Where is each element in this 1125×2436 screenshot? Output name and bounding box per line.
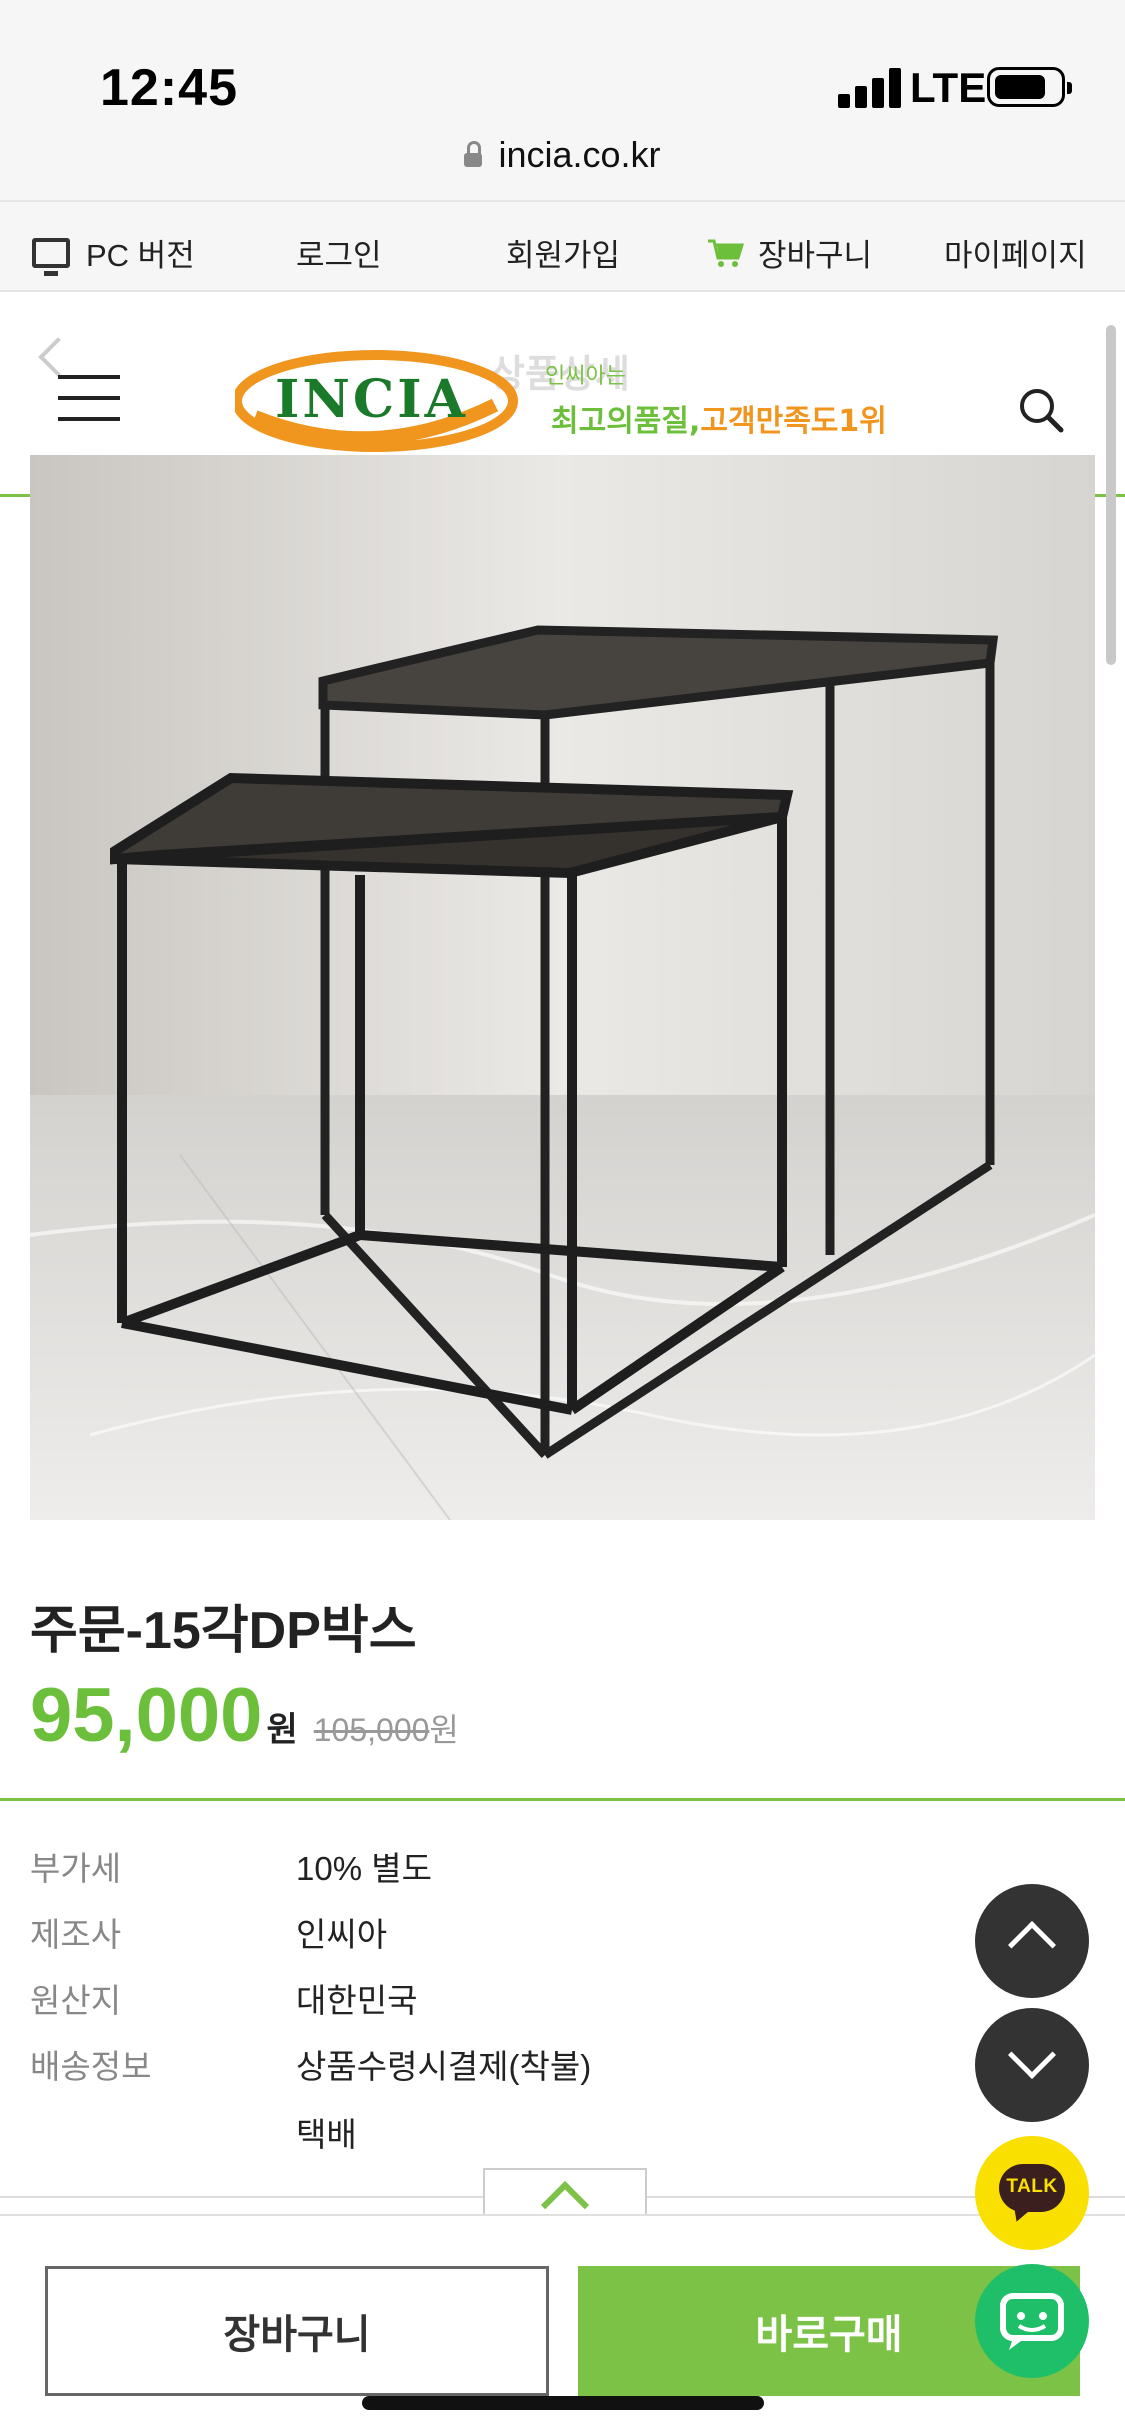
scroll-top-button[interactable] [975, 1884, 1089, 1998]
sale-price: 95,000 [30, 1673, 263, 1758]
svg-text:INCIA: INCIA [275, 369, 468, 430]
menu-icon[interactable] [58, 375, 120, 421]
spec-label: 부가세 [30, 1850, 122, 1887]
add-to-cart-button[interactable]: 장바구니 [45, 2266, 549, 2396]
home-indicator [362, 2396, 764, 2410]
expand-toggle-chevron-up-icon[interactable] [483, 2168, 647, 2216]
original-price: 105,000 [313, 1712, 430, 1748]
status-time: 12:45 [100, 59, 238, 117]
signup-link[interactable]: 회원가입 [506, 230, 620, 275]
sale-price-unit: 원 [266, 1711, 298, 1749]
spec-label: 배송정보 [30, 2048, 152, 2085]
chevron-down-icon [1007, 2030, 1057, 2080]
spec-value: 인씨아 [296, 1916, 388, 1953]
chat-button[interactable] [975, 2264, 1089, 2378]
utility-nav: PC 버전 로그인 회원가입 장바구니 마이페이지 [0, 200, 1125, 292]
scroll-bottom-button[interactable] [975, 2008, 1089, 2122]
spec-label: 원산지 [30, 1982, 122, 2019]
spec-label: 제조사 [30, 1916, 122, 1953]
battery-icon [987, 67, 1072, 107]
scrollbar[interactable] [1106, 325, 1116, 665]
svg-text:인씨아는: 인씨아는 [545, 364, 626, 389]
incia-logo[interactable]: INCIA 인씨아는 최고의품질,고객만족도1위 [235, 345, 895, 455]
product-image[interactable] [30, 455, 1095, 1520]
status-bar: 12:45 LTE [0, 0, 1125, 130]
spec-value: 상품수령시결제(착불) [296, 2048, 592, 2085]
price-row: 95,000 원 105,000 원 [30, 1672, 459, 1759]
search-icon[interactable] [1018, 387, 1064, 433]
talk-label: TALK [1006, 2176, 1058, 2197]
pc-version-label: PC 버전 [86, 238, 195, 273]
chevron-up-icon [1007, 1920, 1057, 1970]
signal-icon [838, 68, 902, 108]
cart-link-label: 장바구니 [758, 238, 873, 273]
spec-value: 택배 [296, 2116, 357, 2153]
kakao-talk-button[interactable]: TALK [975, 2136, 1089, 2250]
spec-value: 10% 별도 [296, 1850, 432, 1887]
cart-icon [708, 239, 744, 267]
divider [0, 1798, 1125, 1801]
address-bar[interactable]: incia.co.kr [0, 130, 1125, 200]
product-name: 주문-15각DP박스 [30, 1602, 417, 1660]
login-link[interactable]: 로그인 [296, 230, 382, 275]
back-arrow-icon[interactable] [38, 337, 78, 377]
monitor-icon [32, 237, 70, 276]
lock-icon [464, 141, 483, 167]
spec-value: 대한민국 [296, 1982, 418, 2019]
url-text[interactable]: incia.co.kr [498, 134, 660, 176]
svg-text:최고의품질,고객만족도1위: 최고의품질,고객만족도1위 [551, 404, 887, 439]
mypage-link[interactable]: 마이페이지 [944, 230, 1087, 275]
original-price-unit: 원 [429, 1712, 459, 1748]
network-label: LTE [910, 64, 987, 111]
pc-version-link[interactable]: PC 버전 [32, 230, 195, 276]
cart-link[interactable]: 장바구니 [708, 230, 872, 275]
